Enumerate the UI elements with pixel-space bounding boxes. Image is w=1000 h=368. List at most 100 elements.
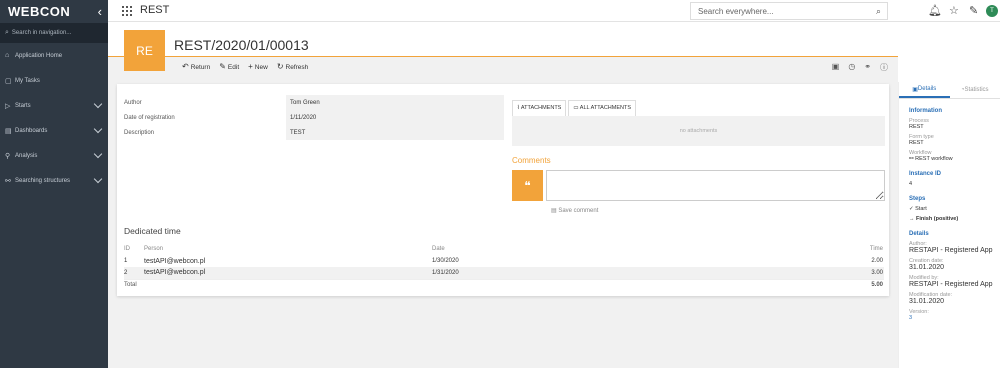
- section-information: Information: [909, 108, 942, 114]
- navigation-search-input[interactable]: ⌕ Search in navigation...: [0, 23, 108, 43]
- process-badge: RE: [124, 30, 165, 71]
- history-icon[interactable]: ◷: [848, 62, 855, 73]
- webcon-logo[interactable]: WEBCON: [8, 4, 70, 19]
- details-panel: ▣ Details ◔ Statistics Information Proce…: [898, 82, 1000, 368]
- bell-icon[interactable]: 🔔︎: [928, 4, 942, 17]
- comments-title: Comments: [512, 156, 551, 165]
- form-area: RE REST/2020/01/00013 ↶ Return ✎ Edit + New…: [108, 22, 898, 368]
- column-header-date[interactable]: Date: [432, 242, 728, 255]
- office-icon[interactable]: ▣: [832, 62, 840, 73]
- edit-note-icon[interactable]: ✎: [969, 4, 978, 17]
- nav-item-my-tasks[interactable]: ▢ My Tasks: [0, 68, 108, 93]
- logo-bar: WEBCON ‹: [0, 0, 108, 22]
- app-title: REST: [140, 4, 170, 16]
- nav-item-searching-structures[interactable]: ⚯ Searching structures: [0, 168, 108, 193]
- new-button[interactable]: + New: [248, 62, 268, 71]
- chevron-down-icon[interactable]: [93, 149, 103, 159]
- nav-item-label: Searching structures: [15, 177, 71, 184]
- column-header-id[interactable]: ID: [124, 242, 144, 255]
- cell-person: testAPI@webcon.pl: [144, 255, 432, 267]
- left-navigation: WEBCON ‹ ⌕ Search in navigation... ⌂ App…: [0, 0, 108, 368]
- section-instance-id: Instance ID: [909, 171, 942, 177]
- field-value: Tom Green: [286, 95, 504, 110]
- nav-item-analysis[interactable]: ⚲ Analysis: [0, 143, 108, 168]
- tab-all-attachments[interactable]: ▭ ALL ATTACHMENTS: [568, 100, 637, 116]
- field-label: Author: [124, 99, 142, 106]
- collapse-icon[interactable]: ‹: [98, 4, 102, 19]
- cell-date: 1/30/2020: [432, 255, 728, 267]
- table-row[interactable]: 2 testAPI@webcon.pl 1/31/2020 3.00: [124, 267, 884, 279]
- dedicated-time-title: Dedicated time: [124, 226, 181, 236]
- link-icon[interactable]: ⚭: [864, 62, 871, 73]
- tab-label: ATTACHMENTS: [520, 105, 562, 111]
- tasks-icon: ▢: [5, 77, 12, 85]
- field-label: Description: [124, 129, 155, 136]
- modification-date-value: 31.01.2020: [909, 298, 945, 305]
- return-label: Return: [190, 64, 211, 71]
- info-icon[interactable]: ⓘ: [880, 62, 888, 73]
- section-details: Details: [909, 231, 929, 237]
- form-card: Author Tom Green Date of registration 1/…: [117, 84, 889, 296]
- column-header-person[interactable]: Person: [144, 242, 432, 255]
- chevron-down-icon[interactable]: [93, 174, 103, 184]
- table-row[interactable]: 1 testAPI@webcon.pl 1/30/2020 2.00: [124, 255, 884, 267]
- field-label: Date of registration: [124, 114, 175, 121]
- apps-grid-icon[interactable]: [122, 6, 132, 16]
- nav-item-label: Starts: [15, 102, 31, 109]
- dashboard-icon: ▤: [5, 127, 12, 135]
- chevron-down-icon[interactable]: [93, 124, 103, 134]
- workflow-text: REST workflow: [915, 156, 953, 162]
- table-total-row: Total 5.00: [124, 278, 884, 291]
- tab-label: ALL ATTACHMENTS: [579, 105, 632, 111]
- arrow-right-icon: →: [909, 216, 917, 222]
- creation-date-value: 31.01.2020: [909, 264, 945, 271]
- global-search-input[interactable]: Search everywhere... ⌕: [690, 2, 888, 20]
- cell-time: 2.00: [727, 255, 884, 267]
- comment-input[interactable]: [546, 170, 885, 201]
- step-label: Finish (positive): [916, 216, 959, 222]
- search-icon[interactable]: ⌕: [876, 6, 881, 17]
- nav-item-dashboards[interactable]: ▤ Dashboards: [0, 118, 108, 143]
- chevron-down-icon[interactable]: [93, 99, 103, 109]
- refresh-button[interactable]: ↻ Refresh: [277, 62, 308, 71]
- star-icon[interactable]: ☆: [949, 4, 959, 17]
- attachments-tabs: ⌇ ATTACHMENTS ▭ ALL ATTACHMENTS: [512, 100, 885, 116]
- global-search-placeholder: Search everywhere...: [698, 7, 774, 16]
- nav-item-label: Dashboards: [15, 127, 48, 134]
- process-value: REST: [909, 124, 924, 130]
- field-description: Description TEST: [124, 125, 504, 140]
- edit-button[interactable]: ✎ Edit: [219, 62, 239, 71]
- modified-by-value: RESTAPI - Registered App: [909, 281, 993, 288]
- tab-label: Statistics: [964, 87, 989, 93]
- nav-item-application-home[interactable]: ⌂ Application Home: [0, 43, 108, 68]
- form-toolbar: ↶ Return ✎ Edit + New ↻ Refresh: [182, 62, 308, 71]
- attachments-empty: no attachments: [512, 116, 885, 146]
- column-header-time[interactable]: Time: [728, 242, 884, 255]
- tab-statistics[interactable]: ◔ Statistics: [950, 82, 1000, 98]
- analysis-icon: ⚲: [5, 152, 11, 160]
- new-label: New: [254, 64, 268, 71]
- tab-label: Details: [917, 86, 937, 92]
- return-button[interactable]: ↶ Return: [182, 62, 210, 71]
- save-comment-button[interactable]: ▤ Save comment: [551, 207, 598, 214]
- nav-item-label: Analysis: [15, 152, 38, 159]
- form-fields: Author Tom Green Date of registration 1/…: [124, 95, 504, 140]
- nav-item-starts[interactable]: ▷ Starts: [0, 93, 108, 118]
- edit-icon: ✎: [219, 62, 226, 71]
- refresh-label: Refresh: [285, 64, 309, 71]
- avatar[interactable]: T: [986, 5, 998, 17]
- attachments-panel: ⌇ ATTACHMENTS ▭ ALL ATTACHMENTS no attac…: [512, 100, 885, 146]
- field-date-of-registration: Date of registration 1/11/2020: [124, 110, 504, 125]
- tab-attachments[interactable]: ⌇ ATTACHMENTS: [512, 100, 567, 116]
- form-type-value: REST: [909, 140, 924, 146]
- version-link[interactable]: 3: [909, 315, 1000, 321]
- step-label: Start: [915, 206, 927, 212]
- tab-details[interactable]: ▣ Details: [899, 82, 950, 98]
- workflow-value[interactable]: ⚯ REST workflow: [909, 156, 1000, 162]
- return-icon: ↶: [182, 62, 189, 71]
- search-structure-icon: ⚯: [5, 177, 11, 185]
- instance-id-value: 4: [909, 181, 913, 187]
- comment-icon: ❝: [512, 170, 543, 201]
- edit-label: Edit: [227, 64, 240, 71]
- navigation-search-placeholder: Search in navigation...: [11, 30, 72, 36]
